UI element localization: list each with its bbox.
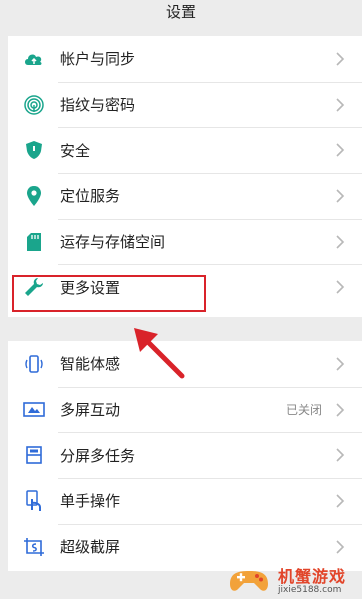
- row-label: 安全: [60, 141, 91, 160]
- row-label: 单手操作: [60, 492, 121, 511]
- title-bar: 设置: [0, 0, 362, 26]
- chevron-right-icon: [336, 540, 345, 554]
- chevron-right-icon: [336, 448, 345, 462]
- chevron-right-icon: [336, 280, 345, 294]
- screen-cast-icon: [22, 398, 46, 422]
- row-multi-screen[interactable]: 多屏互动 已关闭: [8, 386, 362, 433]
- chevron-right-icon: [336, 357, 345, 371]
- one-hand-icon: [22, 489, 46, 513]
- row-location[interactable]: 定位服务: [8, 173, 362, 219]
- cloud-icon: [22, 47, 46, 71]
- chevron-right-icon: [336, 189, 345, 203]
- chevron-right-icon: [336, 402, 345, 417]
- row-security[interactable]: 安全: [8, 127, 362, 173]
- chevron-right-icon: [336, 97, 345, 112]
- watermark-url: jixie5188.com: [278, 584, 342, 595]
- watermark: 机蟹游戏 jixie5188.com: [226, 558, 362, 599]
- row-label: 多屏互动: [60, 401, 121, 420]
- row-label: 运存与存储空间: [60, 233, 166, 252]
- row-one-hand[interactable]: 单手操作: [8, 478, 362, 524]
- chevron-right-icon: [336, 235, 345, 249]
- watermark-title: 机蟹游戏: [278, 566, 347, 586]
- chevron-right-icon: [336, 494, 345, 508]
- red-arrow-icon: [134, 328, 185, 379]
- row-label: 超级截屏: [60, 538, 121, 557]
- page-title: 设置: [165, 3, 196, 21]
- row-label: 分屏多任务: [60, 446, 136, 465]
- chevron-right-icon: [336, 143, 345, 157]
- row-split-screen[interactable]: 分屏多任务: [8, 432, 362, 478]
- motion-phone-icon: [22, 352, 46, 376]
- location-icon: [22, 184, 46, 208]
- row-label: 指纹与密码: [60, 96, 136, 115]
- gamepad-logo-icon: [230, 570, 268, 591]
- row-storage[interactable]: 运存与存储空间: [8, 218, 362, 265]
- split-screen-icon: [22, 443, 46, 467]
- row-account-sync[interactable]: 帐户与同步: [8, 36, 362, 82]
- screenshot-icon: [22, 535, 46, 559]
- row-label: 定位服务: [60, 187, 121, 206]
- row-fingerprint-password[interactable]: 指纹与密码: [8, 81, 362, 128]
- shield-icon: [22, 138, 46, 162]
- row-label: 帐户与同步: [60, 50, 136, 69]
- row-label: 智能体感: [60, 355, 121, 374]
- fingerprint-icon: [22, 93, 46, 117]
- row-value: 已关闭: [285, 403, 322, 418]
- chevron-right-icon: [336, 52, 345, 66]
- highlight-box: [12, 275, 206, 312]
- sd-card-icon: [22, 230, 46, 254]
